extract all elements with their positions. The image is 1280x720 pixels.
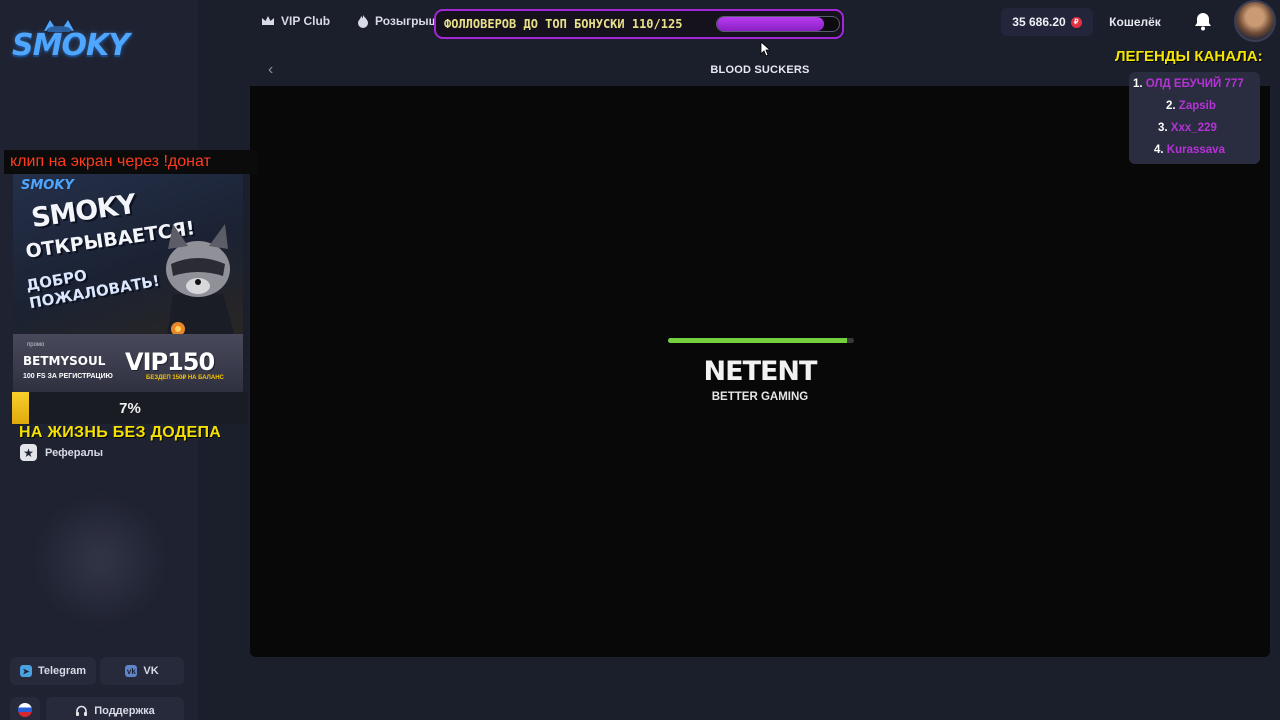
telegram-button[interactable]: ➤ Telegram [10, 657, 96, 685]
promo-banner[interactable]: SMOKY SMOKY ОТКРЫВАЕТСЯ! ДОБРО ПОЖАЛОВАТ… [13, 174, 243, 392]
promo-code-label: промо [27, 342, 45, 348]
promo-fs-text: 100 FS ЗА РЕГИСТРАЦИЮ [23, 373, 113, 380]
promo-logo: SMOKY [21, 178, 74, 193]
promo-vip-code: VIP150 [125, 348, 215, 376]
nav-giveaway[interactable]: Розыгрыш [357, 14, 439, 28]
support-button[interactable]: Поддержка [46, 697, 184, 720]
sidebar-decoration [30, 495, 170, 625]
mouse-cursor-icon [760, 41, 770, 57]
balance-display[interactable]: 35 686.20 ₽ [1001, 8, 1093, 36]
promo-welcome: ДОБРО ПОЖАЛОВАТЬ! [24, 266, 162, 313]
sidebar-item-referrals[interactable]: ★ Рефералы [20, 444, 103, 461]
followers-goal-overlay: ФОЛЛОВЕРОВ ДО ТОП БОНУСКИ 110/125 [434, 9, 844, 39]
support-label: Поддержка [94, 705, 155, 717]
donation-goal-percent: 7% [119, 399, 141, 417]
telegram-label: Telegram [37, 665, 87, 677]
nav-vip-club[interactable]: VIP Club [261, 14, 330, 28]
promo-deposit-text: БЕЗДЕП 150₽ НА БАЛАНС [146, 375, 224, 381]
legend-rank: 1. [1133, 78, 1143, 90]
loading-progress-track [668, 338, 854, 343]
donation-goal-bar: 7% [12, 392, 248, 424]
followers-progress-track [716, 16, 840, 32]
legend-rank: 4. [1154, 144, 1164, 156]
crown-icon [262, 16, 274, 25]
star-icon: ★ [20, 444, 37, 461]
legend-name: ОЛД ЕБУЧИЙ 777 [1145, 78, 1244, 90]
legend-item: 4. Kurassava [1154, 144, 1225, 156]
sidebar-item-referrals-label: Рефералы [45, 446, 103, 459]
legend-name: Kurassava [1166, 144, 1225, 156]
vk-label: VK [143, 665, 159, 677]
ruble-coin-icon: ₽ [1070, 16, 1082, 28]
legends-list: 1. ОЛД ЕБУЧИЙ 777 2. Zapsib 3. Xxx_229 4… [1129, 72, 1260, 164]
legend-name: Xxx_229 [1170, 122, 1217, 134]
user-avatar[interactable] [1234, 0, 1276, 42]
legend-item: 3. Xxx_229 [1158, 122, 1217, 134]
promo-code: BETMYSOUL [23, 354, 106, 368]
headset-icon [76, 705, 88, 716]
russia-flag-icon [18, 703, 32, 717]
provider-tagline: BETTER GAMING [711, 391, 809, 403]
telegram-icon: ➤ [19, 665, 32, 677]
game-frame[interactable]: NETENT BETTER GAMING [250, 86, 1270, 657]
vk-icon: vk [125, 665, 138, 677]
vk-button[interactable]: vk VK [100, 657, 184, 685]
site-logo[interactable]: SMOKY [12, 18, 130, 63]
followers-goal-text: ФОЛЛОВЕРОВ ДО ТОП БОНУСКИ 110/125 [444, 17, 683, 31]
wallet-button[interactable]: Кошелёк [1097, 8, 1173, 36]
notifications-bell-icon[interactable] [1192, 10, 1214, 32]
nav-vip-club-label: VIP Club [281, 14, 331, 28]
legend-rank: 3. [1158, 122, 1168, 134]
loading-progress-fill [668, 338, 847, 343]
language-selector[interactable] [10, 697, 40, 720]
wallet-label: Кошелёк [1109, 15, 1161, 29]
followers-progress-fill [717, 17, 825, 31]
nav-giveaway-label: Розыгрыш [375, 14, 439, 28]
legends-title: ЛЕГЕНДЫ КАНАЛА: [1115, 48, 1263, 65]
legend-item: 2. Zapsib [1166, 100, 1216, 112]
legend-item: 1. ОЛД ЕБУЧИЙ 777 [1133, 78, 1244, 90]
logo-text: SMOKY [12, 28, 130, 63]
balance-amount: 35 686.20 [1012, 15, 1066, 29]
legend-name: Zapsib [1178, 100, 1216, 112]
game-title: BLOOD SUCKERS [710, 64, 810, 76]
donation-goal-text: НА ЖИЗНЬ БЕЗ ДОДЕПА [19, 424, 222, 441]
provider-logo: NETENT [703, 356, 818, 387]
flame-icon [358, 15, 368, 28]
legend-rank: 2. [1166, 100, 1176, 112]
clip-banner: клип на экран через !донат [4, 150, 258, 174]
